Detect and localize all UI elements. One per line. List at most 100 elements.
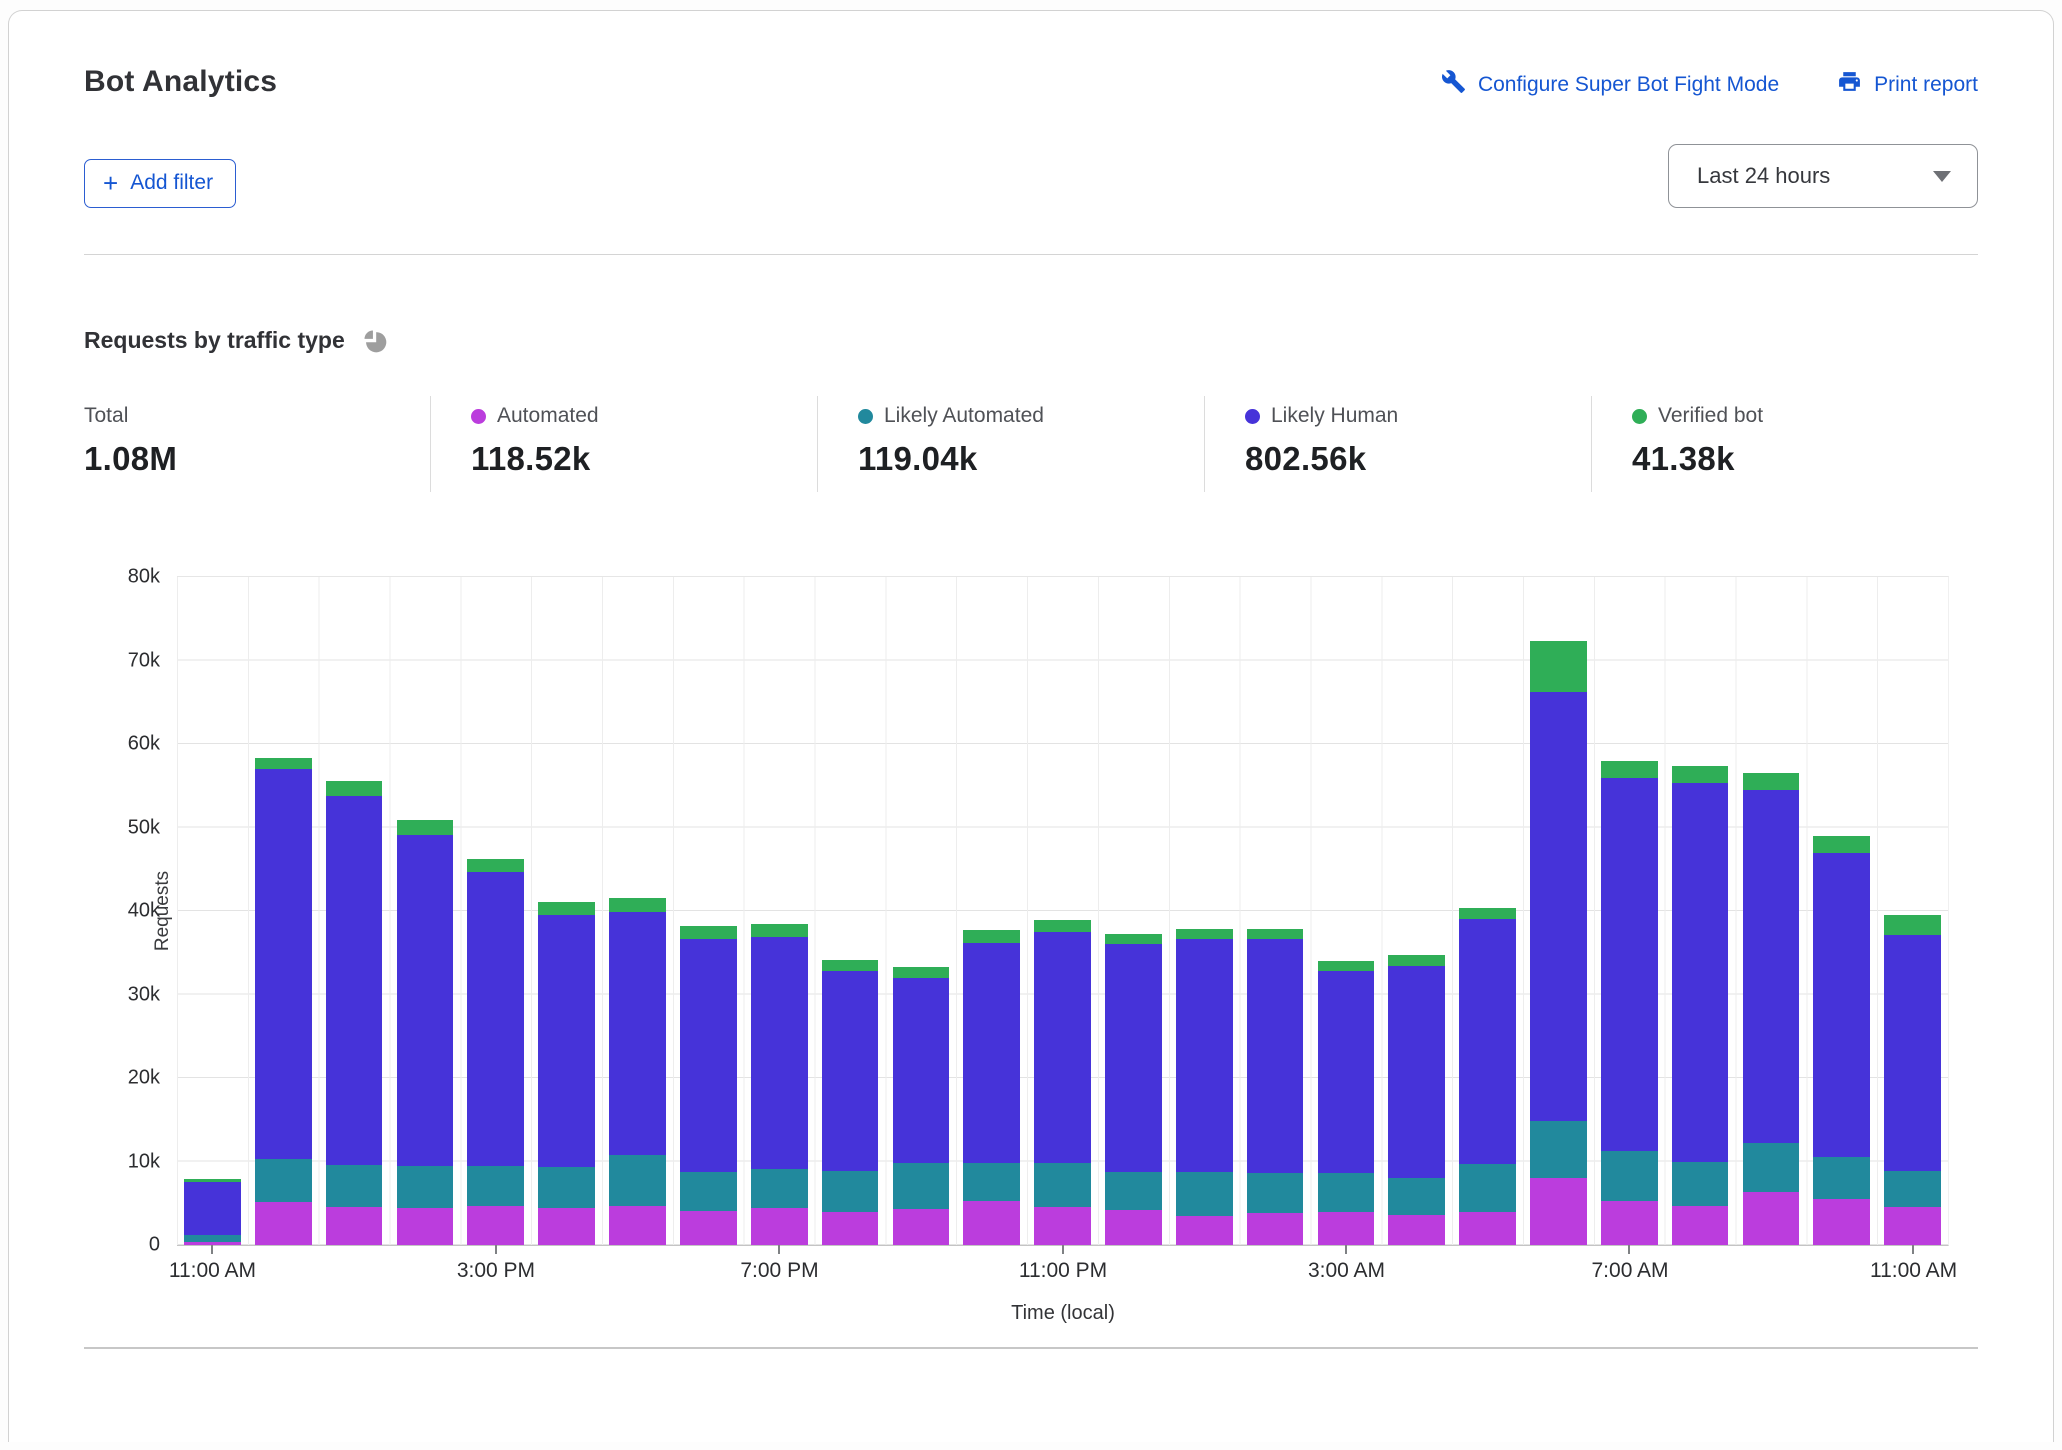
stat-total-label: Total xyxy=(84,404,128,428)
chart-bars xyxy=(177,577,1948,1245)
page-title: Bot Analytics xyxy=(84,65,277,99)
bar-segment-automated xyxy=(1530,1178,1587,1245)
stacked-bar[interactable] xyxy=(1388,577,1445,1245)
bar-segment-automated xyxy=(1176,1216,1233,1245)
bar-segment-verified-bot xyxy=(1601,761,1658,779)
bar-segment-likely-human xyxy=(1388,966,1445,1178)
bar-segment-likely-human xyxy=(467,872,524,1166)
stacked-bar[interactable] xyxy=(963,577,1020,1245)
bar-segment-likely-automated xyxy=(1388,1178,1445,1215)
stacked-bar[interactable] xyxy=(538,577,595,1245)
bar-segment-likely-automated xyxy=(255,1159,312,1202)
add-filter-button[interactable]: + Add filter xyxy=(84,159,236,208)
bar-segment-verified-bot xyxy=(1884,915,1941,935)
stat-likely-automated: Likely Automated 119.04k xyxy=(817,396,1204,492)
time-range-select[interactable]: Last 24 hours xyxy=(1668,144,1978,208)
stacked-bar[interactable] xyxy=(467,577,524,1245)
header-links: Configure Super Bot Fight Mode Print rep… xyxy=(1441,65,1978,100)
chevron-down-icon xyxy=(1933,171,1951,182)
bar-segment-likely-automated xyxy=(1743,1143,1800,1192)
bar-segment-verified-bot xyxy=(822,960,879,971)
bar-segment-likely-automated xyxy=(893,1163,950,1209)
bar-segment-verified-bot xyxy=(1459,908,1516,919)
bar-segment-automated xyxy=(1459,1212,1516,1245)
bar-segment-verified-bot xyxy=(326,781,383,796)
bar-slot-4-00-am xyxy=(1381,577,1452,1245)
bar-slot-5-00-am xyxy=(1452,577,1523,1245)
bar-segment-likely-human xyxy=(184,1182,241,1235)
stacked-bar[interactable] xyxy=(255,577,312,1245)
stacked-bar[interactable] xyxy=(1884,577,1941,1245)
stacked-bar[interactable] xyxy=(397,577,454,1245)
bar-segment-likely-automated xyxy=(1034,1163,1091,1206)
stacked-bar[interactable] xyxy=(822,577,879,1245)
stat-verified-bot: Verified bot 41.38k xyxy=(1591,396,1978,492)
bar-slot-1-00-am xyxy=(1169,577,1240,1245)
bar-slot-6-00-pm xyxy=(673,577,744,1245)
bar-segment-likely-human xyxy=(1247,939,1304,1173)
stat-likely-automated-value: 119.04k xyxy=(858,440,1204,478)
bar-segment-likely-human xyxy=(538,915,595,1166)
stacked-bar[interactable] xyxy=(1743,577,1800,1245)
bar-segment-verified-bot xyxy=(538,902,595,915)
y-tick-label: 0 xyxy=(149,1234,160,1257)
bar-segment-likely-human xyxy=(1672,783,1729,1161)
bar-segment-automated xyxy=(893,1209,950,1245)
stacked-bar[interactable] xyxy=(1601,577,1658,1245)
bar-segment-automated xyxy=(397,1208,454,1245)
stacked-bar[interactable] xyxy=(680,577,737,1245)
bar-segment-verified-bot xyxy=(1176,929,1233,939)
x-axis-label: Time (local) xyxy=(84,1302,1978,1325)
stacked-bar[interactable] xyxy=(1034,577,1091,1245)
printer-icon xyxy=(1837,69,1862,100)
likely-automated-legend-dot xyxy=(858,409,873,424)
stacked-bar[interactable] xyxy=(1247,577,1304,1245)
configure-super-bot-fight-mode-link[interactable]: Configure Super Bot Fight Mode xyxy=(1441,69,1779,100)
bar-segment-verified-bot xyxy=(1813,836,1870,853)
bar-segment-likely-automated xyxy=(680,1172,737,1210)
bar-segment-automated xyxy=(1743,1192,1800,1245)
x-axis-ticks: 11:00 AM3:00 PM7:00 PM11:00 PM3:00 AM7:0… xyxy=(177,1246,1949,1288)
print-report-link[interactable]: Print report xyxy=(1837,69,1978,100)
bar-slot-2-00-am xyxy=(1240,577,1311,1245)
bar-segment-automated xyxy=(751,1208,808,1245)
bar-segment-likely-human xyxy=(397,835,454,1166)
y-tick-label: 50k xyxy=(128,816,160,839)
stacked-bar[interactable] xyxy=(609,577,666,1245)
stat-likely-human-value: 802.56k xyxy=(1245,440,1591,478)
stacked-bar[interactable] xyxy=(1318,577,1375,1245)
bar-segment-automated xyxy=(255,1202,312,1245)
bar-segment-likely-human xyxy=(1105,944,1162,1172)
stacked-bar[interactable] xyxy=(893,577,950,1245)
bar-segment-automated xyxy=(680,1211,737,1245)
stacked-bar[interactable] xyxy=(1530,577,1587,1245)
stacked-bar[interactable] xyxy=(326,577,383,1245)
bar-segment-likely-automated xyxy=(184,1235,241,1242)
stacked-bar[interactable] xyxy=(1176,577,1233,1245)
section-title: Requests by traffic type xyxy=(84,327,345,354)
bar-segment-verified-bot xyxy=(680,926,737,939)
stat-likely-automated-label: Likely Automated xyxy=(884,404,1044,428)
bar-segment-likely-human xyxy=(1743,790,1800,1143)
x-tick-label: 11:00 AM xyxy=(169,1259,256,1283)
bar-slot-11-00-am xyxy=(1877,577,1948,1245)
bar-segment-automated xyxy=(1034,1207,1091,1245)
bar-segment-likely-human xyxy=(1034,932,1091,1163)
bar-segment-likely-automated xyxy=(1530,1121,1587,1178)
stacked-bar[interactable] xyxy=(1672,577,1729,1245)
bar-segment-likely-human xyxy=(1459,919,1516,1164)
x-tick-label: 7:00 PM xyxy=(740,1259,818,1283)
bar-segment-likely-automated xyxy=(397,1166,454,1209)
stacked-bar[interactable] xyxy=(1459,577,1516,1245)
stacked-bar[interactable] xyxy=(1813,577,1870,1245)
stacked-bar[interactable] xyxy=(184,577,241,1245)
y-tick-label: 10k xyxy=(128,1150,160,1173)
bar-slot-6-00-am xyxy=(1523,577,1594,1245)
stacked-bar[interactable] xyxy=(751,577,808,1245)
bar-segment-automated xyxy=(963,1201,1020,1245)
bar-segment-likely-human xyxy=(609,912,666,1155)
bar-slot-8-00-pm xyxy=(815,577,886,1245)
stacked-bar[interactable] xyxy=(1105,577,1162,1245)
stat-automated-value: 118.52k xyxy=(471,440,817,478)
bar-segment-likely-human xyxy=(1813,853,1870,1158)
